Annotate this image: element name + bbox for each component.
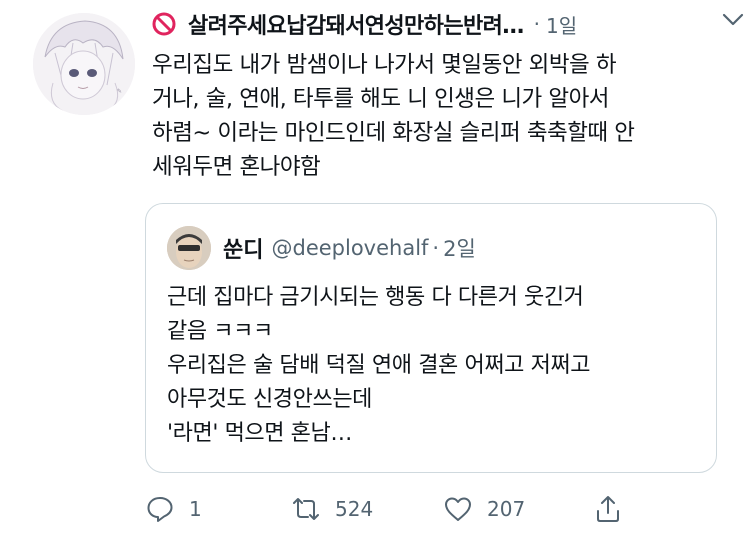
quoted-display-name[interactable]: 쑨디 bbox=[223, 232, 263, 264]
like-count: 207 bbox=[487, 497, 526, 521]
quoted-line: 우리집은 술 담배 덕질 연애 결혼 어쩌고 저쩌고 bbox=[167, 353, 591, 378]
quoted-author-avatar bbox=[167, 226, 211, 270]
svg-text:✎: ✎ bbox=[117, 88, 122, 95]
quoted-timestamp[interactable]: 2일 bbox=[443, 233, 476, 263]
quoted-line: 근데 집마다 금기시되는 행동 다 다른거 웃긴거 bbox=[167, 285, 584, 310]
author-display-name[interactable]: 살려주세요납감돼서연성만하는반려… bbox=[188, 8, 524, 40]
more-icon[interactable] bbox=[720, 6, 746, 32]
tweet-header: 살려주세요납감돼서연성만하는반려… · 1일 bbox=[152, 6, 732, 42]
reply-button[interactable]: 1 bbox=[145, 486, 202, 532]
header-separator: · bbox=[533, 12, 541, 36]
quoted-line: 아무것도 신경안쓰는데 bbox=[167, 387, 372, 412]
quoted-line: 같음 ㅋㅋㅋ bbox=[167, 319, 273, 344]
tweet-line: 하렴~ 이라는 마인드인데 화장실 슬리퍼 축축할때 안 bbox=[152, 120, 635, 146]
reply-icon bbox=[147, 497, 173, 522]
quoted-tweet-header: 쑨디 @deeplovehalf · 2일 bbox=[167, 225, 476, 271]
tweet-timestamp[interactable]: 1일 bbox=[546, 10, 577, 39]
quoted-line: '라면' 먹으면 혼남… bbox=[167, 421, 352, 446]
like-icon bbox=[445, 497, 471, 521]
reply-count: 1 bbox=[189, 497, 202, 521]
quoted-separator: · bbox=[432, 236, 440, 260]
retweet-icon bbox=[293, 498, 319, 520]
author-avatar[interactable]: ✎ ✎ bbox=[33, 13, 135, 115]
like-button[interactable]: 207 bbox=[443, 486, 525, 532]
action-bar: 1 524 207 bbox=[145, 486, 625, 532]
tweet-line: 세워두면 혼나야함 bbox=[152, 154, 321, 180]
share-icon bbox=[597, 496, 619, 522]
quoted-tweet[interactable]: 쑨디 @deeplovehalf · 2일 근데 집마다 금기시되는 행동 다 … bbox=[145, 203, 717, 473]
svg-text:✎: ✎ bbox=[39, 96, 44, 103]
retweet-button[interactable]: 524 bbox=[291, 486, 373, 532]
prohibited-icon bbox=[152, 12, 176, 36]
retweet-count: 524 bbox=[335, 497, 374, 521]
share-button[interactable] bbox=[593, 486, 623, 532]
tweet-line: 거나, 술, 연애, 타투를 해도 니 인생은 니가 알아서 bbox=[152, 86, 609, 112]
quoted-handle[interactable]: @deeplovehalf bbox=[271, 236, 428, 260]
quoted-tweet-text: 근데 집마다 금기시되는 행동 다 다른거 웃긴거 같음 ㅋㅋㅋ 우리집은 술 … bbox=[167, 281, 697, 451]
tweet-text: 우리집도 내가 밤샘이나 나가서 몇일동안 외박을 하 거나, 술, 연애, 타… bbox=[152, 48, 730, 184]
tweet-line: 우리집도 내가 밤샘이나 나가서 몇일동안 외박을 하 bbox=[152, 52, 617, 78]
